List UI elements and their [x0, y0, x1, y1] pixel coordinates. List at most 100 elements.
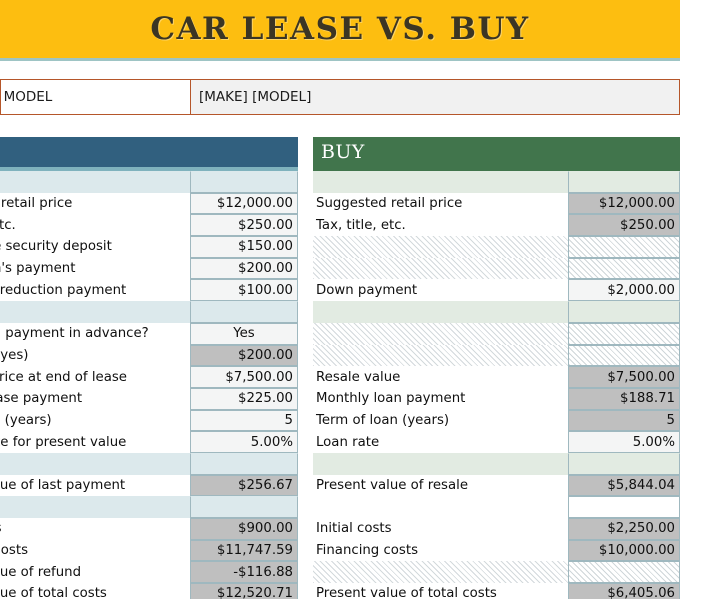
- row-label-cell: Amount (if yes): [0, 344, 190, 367]
- row-value-cell: $12,000.00: [568, 192, 680, 215]
- make-and-model-row: MAKE AND MODEL [MAKE] [MODEL]: [0, 79, 680, 115]
- row-value-cell: $256.67: [190, 474, 298, 497]
- row-value-cell: $200.00: [190, 344, 298, 367]
- row-label-cell: Present value of last payment: [0, 474, 190, 497]
- spreadsheet-canvas: CAR LEASE VS. BUY MAKE AND MODEL [MAKE] …: [0, 0, 708, 599]
- row-label-cell: Present value of refund: [0, 561, 190, 584]
- row-label-text: Initial costs: [316, 521, 392, 537]
- row-value-cell: [568, 236, 680, 258]
- row-value-cell[interactable]: $100.00: [190, 279, 298, 302]
- row-value-cell: [190, 496, 298, 518]
- row-label-cell: Purchase price at end of lease: [0, 366, 190, 388]
- row-value-cell: $10,000.00: [568, 539, 680, 562]
- row-label-cell: [313, 561, 568, 584]
- table-row: [313, 171, 680, 193]
- row-value-cell[interactable]: 5.00%: [190, 431, 298, 453]
- table-row: Financing costs $11,747.59: [0, 539, 298, 562]
- row-value-cell[interactable]: $225.00: [190, 387, 298, 410]
- row-value-text: Yes: [233, 326, 255, 342]
- row-label-cell: [313, 496, 568, 518]
- row-label-cell: Initial costs: [0, 518, 190, 540]
- row-value-text: $150.00: [238, 239, 293, 255]
- lease-panel: LEASE Suggested retail price $12,000.00 Ta…: [0, 137, 298, 599]
- buy-header: BUY: [313, 137, 680, 167]
- row-label-cell: Suggested retail price: [0, 192, 190, 215]
- row-value-cell: [568, 257, 680, 280]
- table-row: Present value of resale $5,844.04: [313, 474, 680, 497]
- table-row: [0, 452, 298, 475]
- table-row: Suggested retail price $12,000.00: [313, 192, 680, 215]
- row-label-cell: Other cost reduction payment: [0, 279, 190, 302]
- row-value-text: $900.00: [238, 521, 293, 537]
- row-label-text: Amount (if yes): [0, 347, 29, 363]
- row-value-text: $2,000.00: [607, 282, 675, 298]
- table-row: [313, 561, 680, 584]
- table-row: [0, 301, 298, 323]
- row-value-text: $7,500.00: [225, 369, 293, 385]
- row-label-cell: First month's payment: [0, 257, 190, 280]
- row-value-cell[interactable]: $12,000.00: [190, 192, 298, 215]
- row-value-cell[interactable]: 5: [190, 409, 298, 432]
- table-row: [0, 496, 298, 518]
- row-label-cell: [0, 301, 190, 323]
- row-value-cell: $11,747.59: [190, 539, 298, 562]
- row-value-text: 5.00%: [632, 434, 675, 450]
- row-value-text: $256.67: [238, 477, 293, 493]
- row-value-cell[interactable]: $200.00: [190, 257, 298, 280]
- row-value-cell: $7,500.00: [568, 366, 680, 388]
- table-row: Last month payment in advance? Yes: [0, 322, 298, 345]
- row-value-cell: [568, 344, 680, 367]
- row-label-text: Financing costs: [0, 543, 28, 559]
- row-label-cell: Financing costs: [313, 539, 568, 562]
- row-value-cell[interactable]: $2,000.00: [568, 279, 680, 302]
- row-label-text: Present value of total costs: [316, 586, 497, 599]
- table-row: Purchase price at end of lease $7,500.00: [0, 366, 298, 388]
- row-value-cell[interactable]: $250.00: [190, 214, 298, 237]
- row-value-cell: [568, 322, 680, 345]
- table-row: Initial costs $900.00: [0, 518, 298, 540]
- table-row: [313, 344, 680, 367]
- row-value-cell[interactable]: 5.00%: [568, 431, 680, 453]
- table-row: [313, 236, 680, 258]
- row-label-text: Resale value: [316, 369, 401, 385]
- row-label-cell: Loan rate: [313, 431, 568, 453]
- table-row: Loan rate 5.00%: [313, 431, 680, 453]
- row-label-cell: Monthly loan payment: [313, 387, 568, 410]
- row-label-text: Monthly loan payment: [316, 391, 466, 407]
- title-underline: [0, 58, 680, 61]
- row-value-cell: [190, 301, 298, 323]
- make-and-model-label: MAKE AND MODEL: [0, 79, 190, 115]
- row-label-text: Term of loan (years): [316, 412, 450, 428]
- row-label-text: Purchase price at end of lease: [0, 369, 127, 385]
- row-value-cell[interactable]: Yes: [190, 322, 298, 345]
- row-value-cell: $188.71: [568, 387, 680, 410]
- row-value-cell[interactable]: $7,500.00: [190, 366, 298, 388]
- make-and-model-value-text: [MAKE] [MODEL]: [199, 89, 312, 105]
- row-label-text: Down payment: [316, 282, 418, 298]
- row-value-text: $100.00: [238, 282, 293, 298]
- row-label-cell: Monthly lease payment: [0, 387, 190, 410]
- row-label-text: Monthly lease payment: [0, 391, 83, 407]
- table-row: Interest rate for present value 5.00%: [0, 431, 298, 453]
- row-label-text: Suggested retail price: [0, 196, 73, 212]
- row-value-text: 5: [284, 412, 293, 428]
- row-value-cell[interactable]: $150.00: [190, 236, 298, 258]
- row-label-text: Lease term (years): [0, 412, 52, 428]
- row-value-text: $188.71: [620, 391, 675, 407]
- row-label-cell: Term of loan (years): [313, 409, 568, 432]
- row-value-cell: [568, 561, 680, 584]
- row-value-text: 5.00%: [250, 434, 293, 450]
- row-label-text: Initial costs: [0, 521, 2, 536]
- row-value-cell: 5: [568, 409, 680, 432]
- row-label-cell: [313, 171, 568, 193]
- row-label-cell: [313, 452, 568, 475]
- table-row: Refundable security deposit $150.00: [0, 236, 298, 258]
- row-label-text: Tax, title, etc.: [316, 217, 406, 233]
- row-value-text: $12,520.71: [216, 586, 293, 599]
- table-row: Resale value $7,500.00: [313, 366, 680, 388]
- table-row: Initial costs $2,250.00: [313, 518, 680, 540]
- row-label-cell: Suggested retail price: [313, 192, 568, 215]
- make-and-model-input[interactable]: [MAKE] [MODEL]: [190, 79, 680, 115]
- table-row: Amount (if yes) $200.00: [0, 344, 298, 367]
- row-label-text: First month's payment: [0, 261, 76, 277]
